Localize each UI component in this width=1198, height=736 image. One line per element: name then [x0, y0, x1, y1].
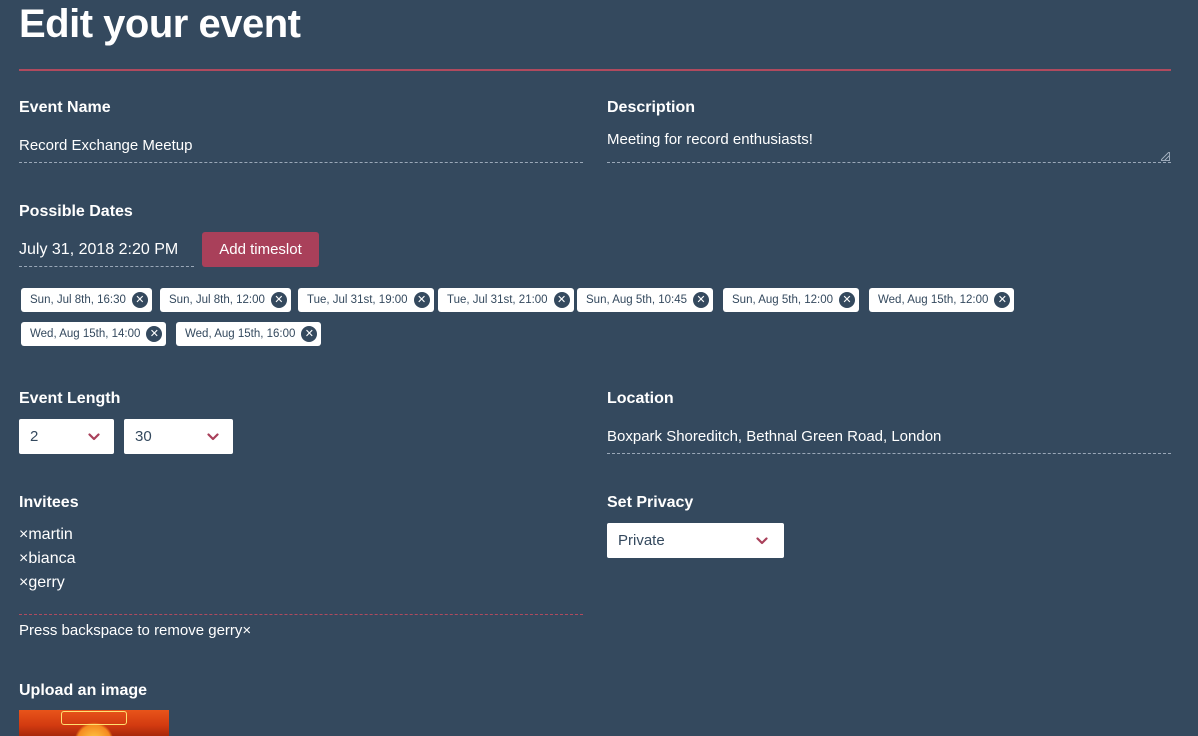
event-length-minutes-select[interactable]: 30	[124, 419, 233, 454]
close-circle-icon[interactable]: ✕	[146, 326, 163, 342]
privacy-label: Set Privacy	[607, 494, 694, 511]
event-length-hours-select[interactable]: 2	[19, 419, 114, 454]
description-label: Description	[607, 99, 696, 116]
close-circle-icon[interactable]: ✕	[270, 292, 287, 308]
timeslot-chip-label: Sun, Aug 5th, 12:00	[732, 294, 834, 306]
privacy-value: Private	[618, 532, 665, 549]
close-circle-icon[interactable]: ✕	[553, 292, 570, 308]
timeslot-chip: Sun, Aug 5th, 10:45 ✕	[577, 288, 714, 312]
location-label: Location	[607, 390, 674, 407]
event-name-label: Event Name	[19, 99, 111, 116]
timeslot-chip-label: Sun, Jul 8th, 12:00	[169, 294, 265, 306]
upload-label: Upload an image	[19, 682, 148, 699]
event-name-value: Record Exchange Meetup	[19, 137, 193, 154]
close-circle-icon[interactable]: ✕	[994, 292, 1011, 308]
event-length-minutes-value: 30	[135, 428, 152, 445]
date-picker-value: July 31, 2018 2:20 PM	[19, 241, 179, 258]
timeslot-chip: Tue, Jul 31st, 19:00 ✕	[298, 288, 434, 312]
timeslot-chip-label: Tue, Jul 31st, 19:00	[307, 294, 408, 306]
chevron-down-icon	[207, 433, 219, 441]
add-timeslot-button[interactable]: Add timeslot	[202, 232, 319, 267]
invitee-item[interactable]: ×martin	[19, 525, 73, 545]
timeslot-chip: Sun, Aug 5th, 12:00 ✕	[723, 288, 860, 312]
timeslot-chip: Wed, Aug 15th, 16:00 ✕	[176, 322, 322, 346]
possible-dates-label: Possible Dates	[19, 203, 133, 220]
close-circle-icon[interactable]: ✕	[413, 292, 430, 308]
invitee-item[interactable]: ×gerry	[19, 573, 65, 593]
invitees-input[interactable]	[19, 614, 583, 615]
timeslot-chip-label: Tue, Jul 31st, 21:00	[447, 294, 548, 306]
privacy-select[interactable]: Private	[607, 523, 784, 558]
title-divider	[19, 69, 1171, 71]
timeslot-chip: Sun, Jul 8th, 16:30 ✕	[21, 288, 152, 312]
timeslot-chip: Wed, Aug 15th, 14:00 ✕	[21, 322, 167, 346]
page-title: Edit your event	[19, 2, 301, 46]
chevron-down-icon	[756, 537, 768, 545]
timeslot-chip: Wed, Aug 15th, 12:00 ✕	[869, 288, 1015, 312]
date-picker-input[interactable]: July 31, 2018 2:20 PM	[19, 234, 194, 267]
close-circle-icon[interactable]: ✕	[301, 326, 318, 342]
description-textarea[interactable]: Meeting for record enthusiasts!	[607, 130, 1171, 163]
timeslot-chip-label: Wed, Aug 15th, 14:00	[30, 328, 141, 340]
invitee-item[interactable]: ×bianca	[19, 549, 76, 569]
event-length-hours-value: 2	[30, 428, 39, 445]
description-value: Meeting for record enthusiasts!	[607, 131, 813, 148]
chevron-down-icon	[88, 433, 100, 441]
event-length-label: Event Length	[19, 390, 121, 407]
timeslot-chip-label: Wed, Aug 15th, 12:00	[878, 294, 989, 306]
timeslot-chip-label: Sun, Aug 5th, 10:45	[586, 294, 688, 306]
resize-grip-icon[interactable]	[1161, 152, 1170, 161]
close-circle-icon[interactable]: ✕	[131, 292, 148, 308]
timeslot-chip: Tue, Jul 31st, 21:00 ✕	[438, 288, 574, 312]
close-circle-icon[interactable]: ✕	[693, 292, 710, 308]
timeslot-chip: Sun, Jul 8th, 12:00 ✕	[160, 288, 291, 312]
invitees-label: Invitees	[19, 494, 79, 511]
close-circle-icon[interactable]: ✕	[839, 292, 856, 308]
image-logo-graphic	[61, 711, 127, 725]
event-name-input[interactable]: Record Exchange Meetup	[19, 130, 583, 163]
timeslot-chip-label: Wed, Aug 15th, 16:00	[185, 328, 296, 340]
timeslot-chip-label: Sun, Jul 8th, 16:30	[30, 294, 126, 306]
location-input[interactable]: Boxpark Shoreditch, Bethnal Green Road, …	[607, 421, 1171, 454]
uploaded-image-thumbnail[interactable]	[19, 710, 169, 736]
invitees-hint: Press backspace to remove gerry×	[19, 622, 252, 639]
location-value: Boxpark Shoreditch, Bethnal Green Road, …	[607, 428, 942, 445]
